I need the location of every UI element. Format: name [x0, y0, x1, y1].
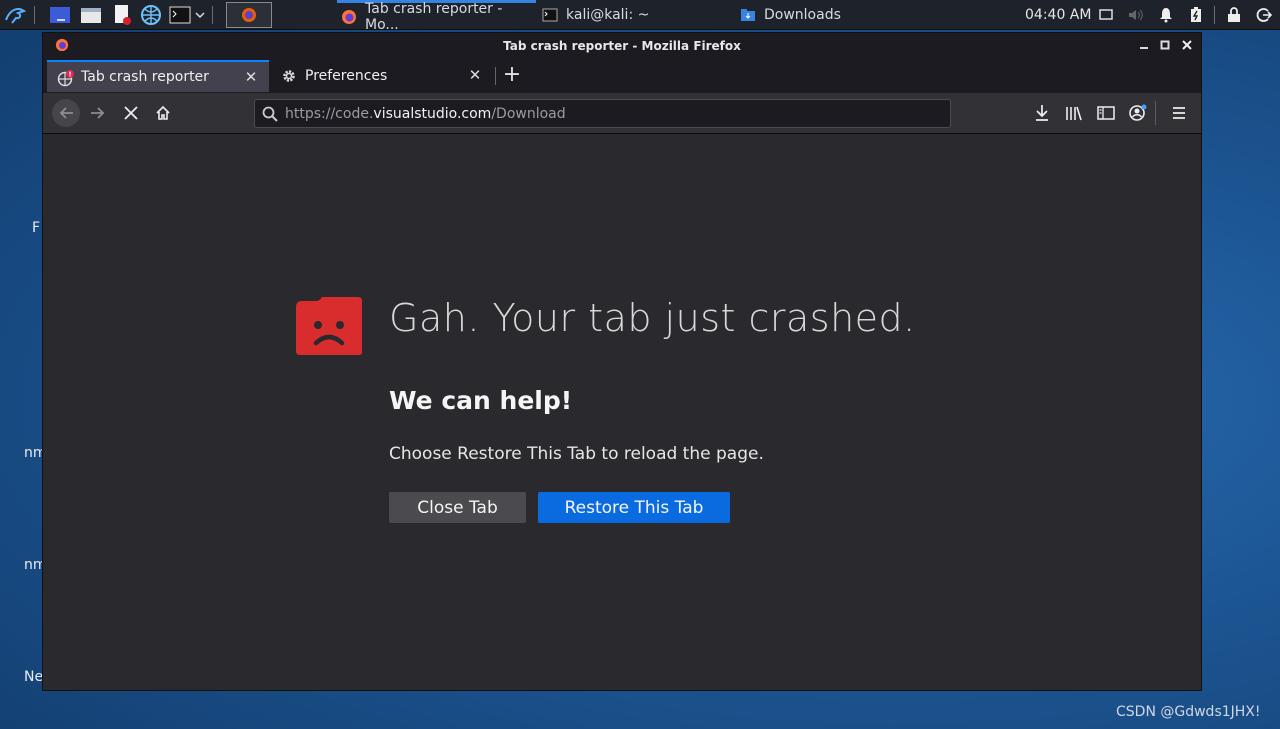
stop-loading-icon[interactable] — [117, 99, 145, 127]
tab-separator — [495, 67, 496, 85]
volume-icon[interactable] — [1128, 7, 1144, 23]
desktop-icon-label[interactable]: Ne — [24, 669, 43, 685]
lock-icon[interactable] — [1226, 7, 1242, 23]
close-tab-icon[interactable]: ✕ — [467, 66, 483, 84]
crash-page: Gah. Your tab just crashed. We can help!… — [43, 134, 1201, 690]
crash-title: Gah. Your tab just crashed. — [389, 296, 916, 340]
panel-separator — [1214, 6, 1215, 24]
library-icon[interactable] — [1060, 99, 1088, 127]
display-icon[interactable] — [1098, 7, 1114, 23]
toolbar-separator — [1155, 101, 1156, 125]
folder-icon — [740, 7, 756, 23]
sad-tab-icon — [296, 297, 362, 359]
desktop-icon-label[interactable]: F — [32, 220, 40, 236]
desktop-icon[interactable] — [48, 4, 72, 26]
maximize-icon[interactable] — [1157, 37, 1173, 53]
close-tab-icon[interactable]: ✕ — [243, 68, 259, 86]
taskbar-item-label: Downloads — [764, 7, 841, 23]
url-path: /Download — [491, 105, 566, 122]
new-tab-plus-icon[interactable]: + — [501, 64, 523, 87]
home-icon[interactable] — [149, 99, 177, 127]
terminal-icon — [542, 7, 558, 23]
gear-icon — [281, 68, 297, 84]
navigation-toolbar: https://code. visualstudio.com/Download — [43, 93, 1201, 134]
text-editor-icon[interactable] — [110, 4, 134, 26]
tab-label: Tab crash reporter — [81, 69, 209, 85]
battery-icon[interactable] — [1188, 7, 1204, 23]
tab-tab-crash-reporter[interactable]: Tab crash reporter ✕ — [47, 60, 269, 92]
taskbar-item-downloads[interactable]: Downloads — [736, 0, 936, 30]
firefox-window: Tab crash reporter - Mozilla Firefox Tab… — [42, 32, 1202, 691]
help-title: We can help! — [389, 386, 573, 415]
minimize-icon[interactable] — [1136, 37, 1152, 53]
kali-menu-icon[interactable] — [3, 4, 27, 26]
panel-separator — [34, 6, 35, 24]
account-icon[interactable] — [1124, 99, 1152, 127]
url-host: visualstudio.com — [373, 105, 492, 122]
taskbar-item-label: Tab crash reporter - Mo... — [365, 0, 503, 33]
downloads-icon[interactable] — [1028, 99, 1056, 127]
sidebar-icon[interactable] — [1092, 99, 1120, 127]
firefox-icon — [55, 38, 69, 55]
system-panel: Tab crash reporter - Mo... kali@kali: ~ … — [0, 0, 1280, 33]
close-window-icon[interactable] — [1179, 37, 1195, 53]
file-manager-icon[interactable] — [79, 4, 103, 26]
close-tab-button[interactable]: Close Tab — [389, 492, 526, 523]
tab-label: Preferences — [305, 68, 388, 84]
logout-icon[interactable] — [1256, 7, 1272, 23]
workspace-firefox-icon[interactable] — [226, 2, 272, 28]
notification-bell-icon[interactable] — [1158, 7, 1174, 23]
help-text: Choose Restore This Tab to reload the pa… — [389, 444, 764, 464]
taskbar-item-label: kali@kali: ~ — [566, 7, 650, 23]
window-titlebar[interactable]: Tab crash reporter - Mozilla Firefox — [43, 33, 1201, 59]
clock[interactable]: 04:40 AM — [1025, 0, 1091, 30]
taskbar-item-firefox[interactable]: Tab crash reporter - Mo... — [337, 0, 536, 33]
forward-arrow-icon[interactable] — [84, 99, 112, 127]
panel-separator — [212, 6, 213, 24]
url-scheme: https://code. — [285, 105, 374, 122]
url-bar[interactable]: https://code. visualstudio.com/Download — [254, 99, 951, 128]
back-arrow-icon[interactable] — [52, 99, 80, 127]
restore-tab-button[interactable]: Restore This Tab — [538, 492, 730, 523]
search-icon — [262, 106, 278, 126]
chevron-down-icon[interactable] — [193, 4, 207, 26]
terminal-launcher-icon[interactable] — [168, 4, 192, 26]
taskbar-item-terminal[interactable]: kali@kali: ~ — [538, 0, 728, 30]
window-title: Tab crash reporter - Mozilla Firefox — [503, 39, 741, 53]
watermark: CSDN @Gdwds1JHX! — [1116, 704, 1261, 720]
tab-preferences[interactable]: Preferences ✕ — [271, 60, 493, 92]
hamburger-menu-icon[interactable] — [1165, 99, 1193, 127]
firefox-icon — [341, 9, 357, 25]
crashed-globe-icon — [57, 70, 74, 87]
browser-globe-icon[interactable] — [139, 4, 163, 26]
tab-strip: Tab crash reporter ✕ Preferences ✕ + — [43, 59, 1201, 93]
